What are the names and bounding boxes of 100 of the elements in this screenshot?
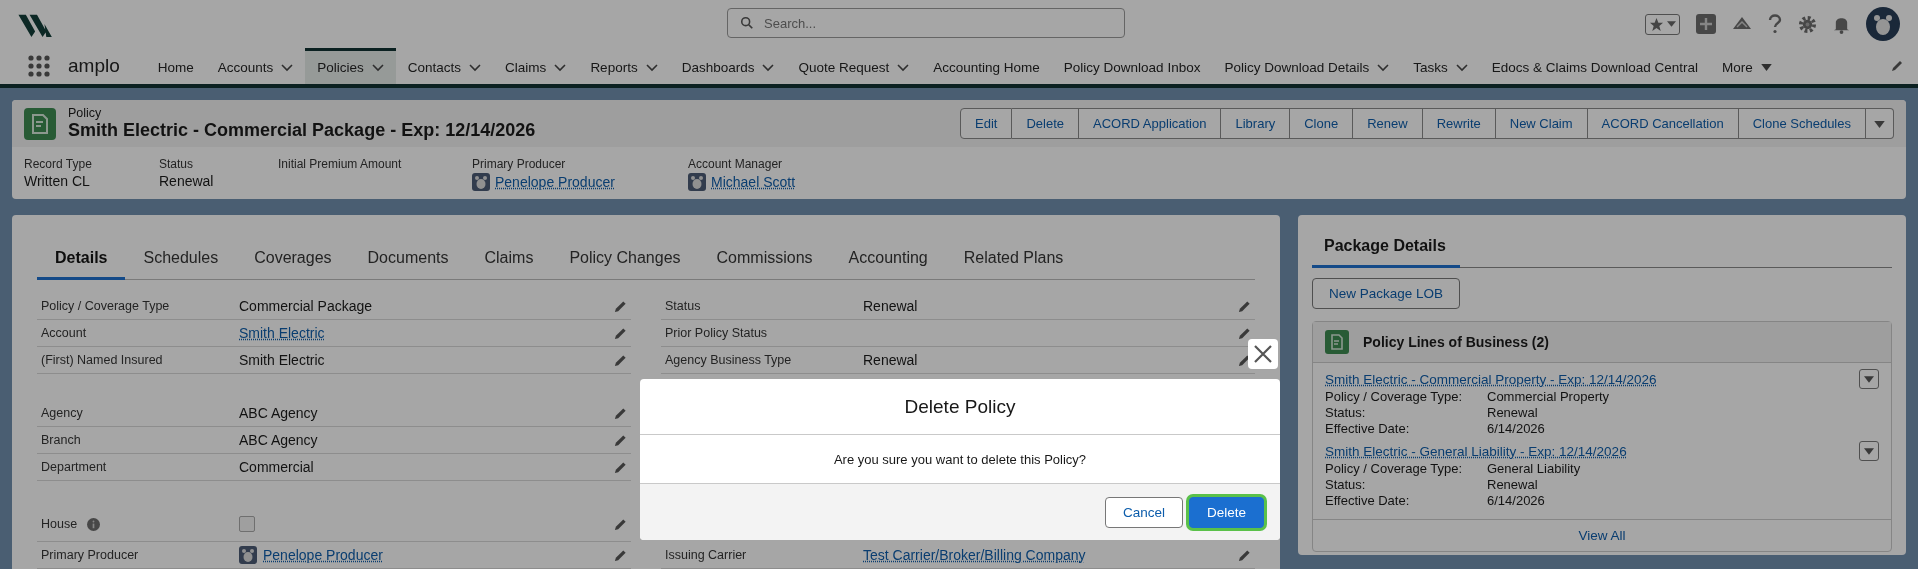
nav-tab[interactable]: Tasks	[1401, 48, 1480, 84]
pencil-icon[interactable]	[1238, 353, 1251, 367]
help-icon[interactable]	[1768, 14, 1782, 34]
row-menu-button[interactable]	[1859, 369, 1879, 389]
record-link[interactable]: Smith Electric	[239, 325, 325, 341]
confirm-button[interactable]: Delete	[1188, 496, 1264, 528]
nav-tab[interactable]: Policy Download Details	[1212, 48, 1402, 84]
nav-tab[interactable]: Claims	[493, 48, 579, 84]
pencil-icon[interactable]	[614, 517, 627, 531]
pencil-icon[interactable]	[614, 433, 627, 447]
nav-tab[interactable]: Policies	[305, 48, 396, 84]
field-value: ABC Agency	[239, 405, 318, 421]
action-button[interactable]: Library	[1221, 108, 1291, 139]
chevron-icon	[645, 63, 658, 72]
chevron-icon	[371, 63, 384, 72]
document-icon	[24, 107, 56, 140]
field-label: Record Type	[24, 157, 93, 171]
tab[interactable]: Commissions	[698, 241, 831, 280]
tab[interactable]: Package Details	[1312, 227, 1460, 268]
record-link[interactable]: Smith Electric - General Liability - Exp: 12/14/2026	[1325, 443, 1627, 459]
info-icon	[87, 517, 101, 531]
field-label: Agency	[41, 406, 83, 420]
plus-icon[interactable]	[1696, 14, 1716, 34]
user-link[interactable]: Penelope Producer	[263, 547, 383, 563]
nav-tab[interactable]: Home	[145, 48, 206, 84]
pencil-icon[interactable]	[1238, 299, 1251, 313]
new-package-lob-button[interactable]: New Package LOB	[1312, 278, 1461, 309]
field-label: House	[41, 517, 78, 531]
avatar-icon[interactable]	[1866, 7, 1900, 41]
field-value: Renewal	[863, 298, 918, 314]
field-value: Commercial Package	[239, 298, 373, 314]
tab[interactable]: Documents	[349, 241, 467, 280]
caret-icon	[1864, 375, 1874, 383]
nav-tab[interactable]: Edocs & Claims Download Central	[1479, 48, 1711, 84]
close-button[interactable]	[1248, 339, 1278, 369]
nav-tab[interactable]: Quote Request	[786, 48, 922, 84]
field-label: Policy / Coverage Type:	[1325, 461, 1464, 477]
tab[interactable]: Accounting	[830, 241, 946, 280]
field-label: Status	[159, 157, 195, 171]
field-label: Prior Policy Status	[665, 326, 768, 340]
chevron-icon	[762, 63, 775, 72]
field-value: Commercial	[239, 459, 314, 475]
edit-icon[interactable]	[1890, 59, 1904, 73]
action-button[interactable]: New Claim	[1495, 108, 1588, 139]
field-label: Policy / Coverage Type:	[1325, 389, 1464, 405]
app-launcher-icon[interactable]	[28, 55, 50, 77]
field-label: Status:	[1325, 477, 1367, 493]
favorites-button[interactable]	[1645, 13, 1680, 35]
row-menu-button[interactable]	[1859, 441, 1879, 461]
pencil-icon[interactable]	[614, 406, 627, 420]
action-button[interactable]: Renew	[1353, 108, 1423, 139]
caret-icon	[1864, 447, 1874, 455]
tab[interactable]: Coverages	[236, 241, 350, 280]
action-button[interactable]: Edit	[960, 108, 1013, 139]
action-button[interactable]: Clone	[1290, 108, 1354, 139]
user-link[interactable]: Michael Scott	[711, 174, 796, 190]
field-value: Renewal	[1487, 405, 1538, 421]
pencil-icon[interactable]	[1238, 326, 1251, 340]
user-icon	[688, 173, 706, 191]
user-icon	[472, 173, 490, 191]
action-button[interactable]: Delete	[1012, 108, 1080, 139]
field-label: Branch	[41, 433, 81, 447]
pencil-icon[interactable]	[614, 326, 627, 340]
cancel-button[interactable]: Cancel	[1104, 496, 1183, 528]
record-link[interactable]: Smith Electric - Commercial Property - Exp: 12/14/2026	[1325, 371, 1657, 387]
object-label: Policy	[68, 106, 103, 120]
user-link[interactable]: Penelope Producer	[495, 174, 615, 190]
more-actions-button[interactable]	[1866, 108, 1894, 139]
tab[interactable]: Schedules	[125, 241, 237, 280]
settings-icon[interactable]	[1798, 14, 1817, 34]
chevron-icon	[281, 63, 294, 72]
tab[interactable]: Policy Changes	[551, 241, 699, 280]
tab[interactable]: Claims	[466, 241, 552, 280]
user-icon	[239, 546, 257, 564]
nav-tab[interactable]: Reports	[578, 48, 670, 84]
nav-tab[interactable]: Accounting Home	[921, 48, 1052, 84]
action-button[interactable]: ACORD Cancellation	[1587, 108, 1739, 139]
nav-tab[interactable]: Dashboards	[669, 48, 787, 84]
app-name: amplo	[68, 55, 120, 77]
action-button[interactable]: Clone Schedules	[1738, 108, 1866, 139]
search-field[interactable]: Search...	[727, 8, 1125, 38]
action-button[interactable]: ACORD Application	[1079, 108, 1222, 139]
nav-tab[interactable]: More	[1710, 48, 1784, 84]
pencil-icon[interactable]	[614, 548, 627, 562]
tab[interactable]: Details	[37, 241, 126, 280]
view-all-link[interactable]: View All	[1578, 528, 1626, 543]
record-link[interactable]: Test Carrier/Broker/Billing Company	[863, 547, 1086, 563]
pencil-icon[interactable]	[614, 353, 627, 367]
pencil-icon[interactable]	[614, 299, 627, 313]
nav-tab[interactable]: Policy Download Inbox	[1051, 48, 1213, 84]
tab[interactable]: Related Plans	[945, 241, 1082, 280]
nav-tab[interactable]: Contacts	[395, 48, 494, 84]
chevron-icon	[554, 63, 567, 72]
action-button[interactable]: Rewrite	[1422, 108, 1496, 139]
field-label: Status:	[1325, 405, 1367, 421]
field-label: Initial Premium Amount	[278, 157, 403, 171]
pencil-icon[interactable]	[614, 460, 627, 474]
nav-tab[interactable]: Accounts	[205, 48, 306, 84]
pencil-icon[interactable]	[1238, 548, 1251, 562]
field-label: Policy / Coverage Type	[41, 299, 170, 313]
